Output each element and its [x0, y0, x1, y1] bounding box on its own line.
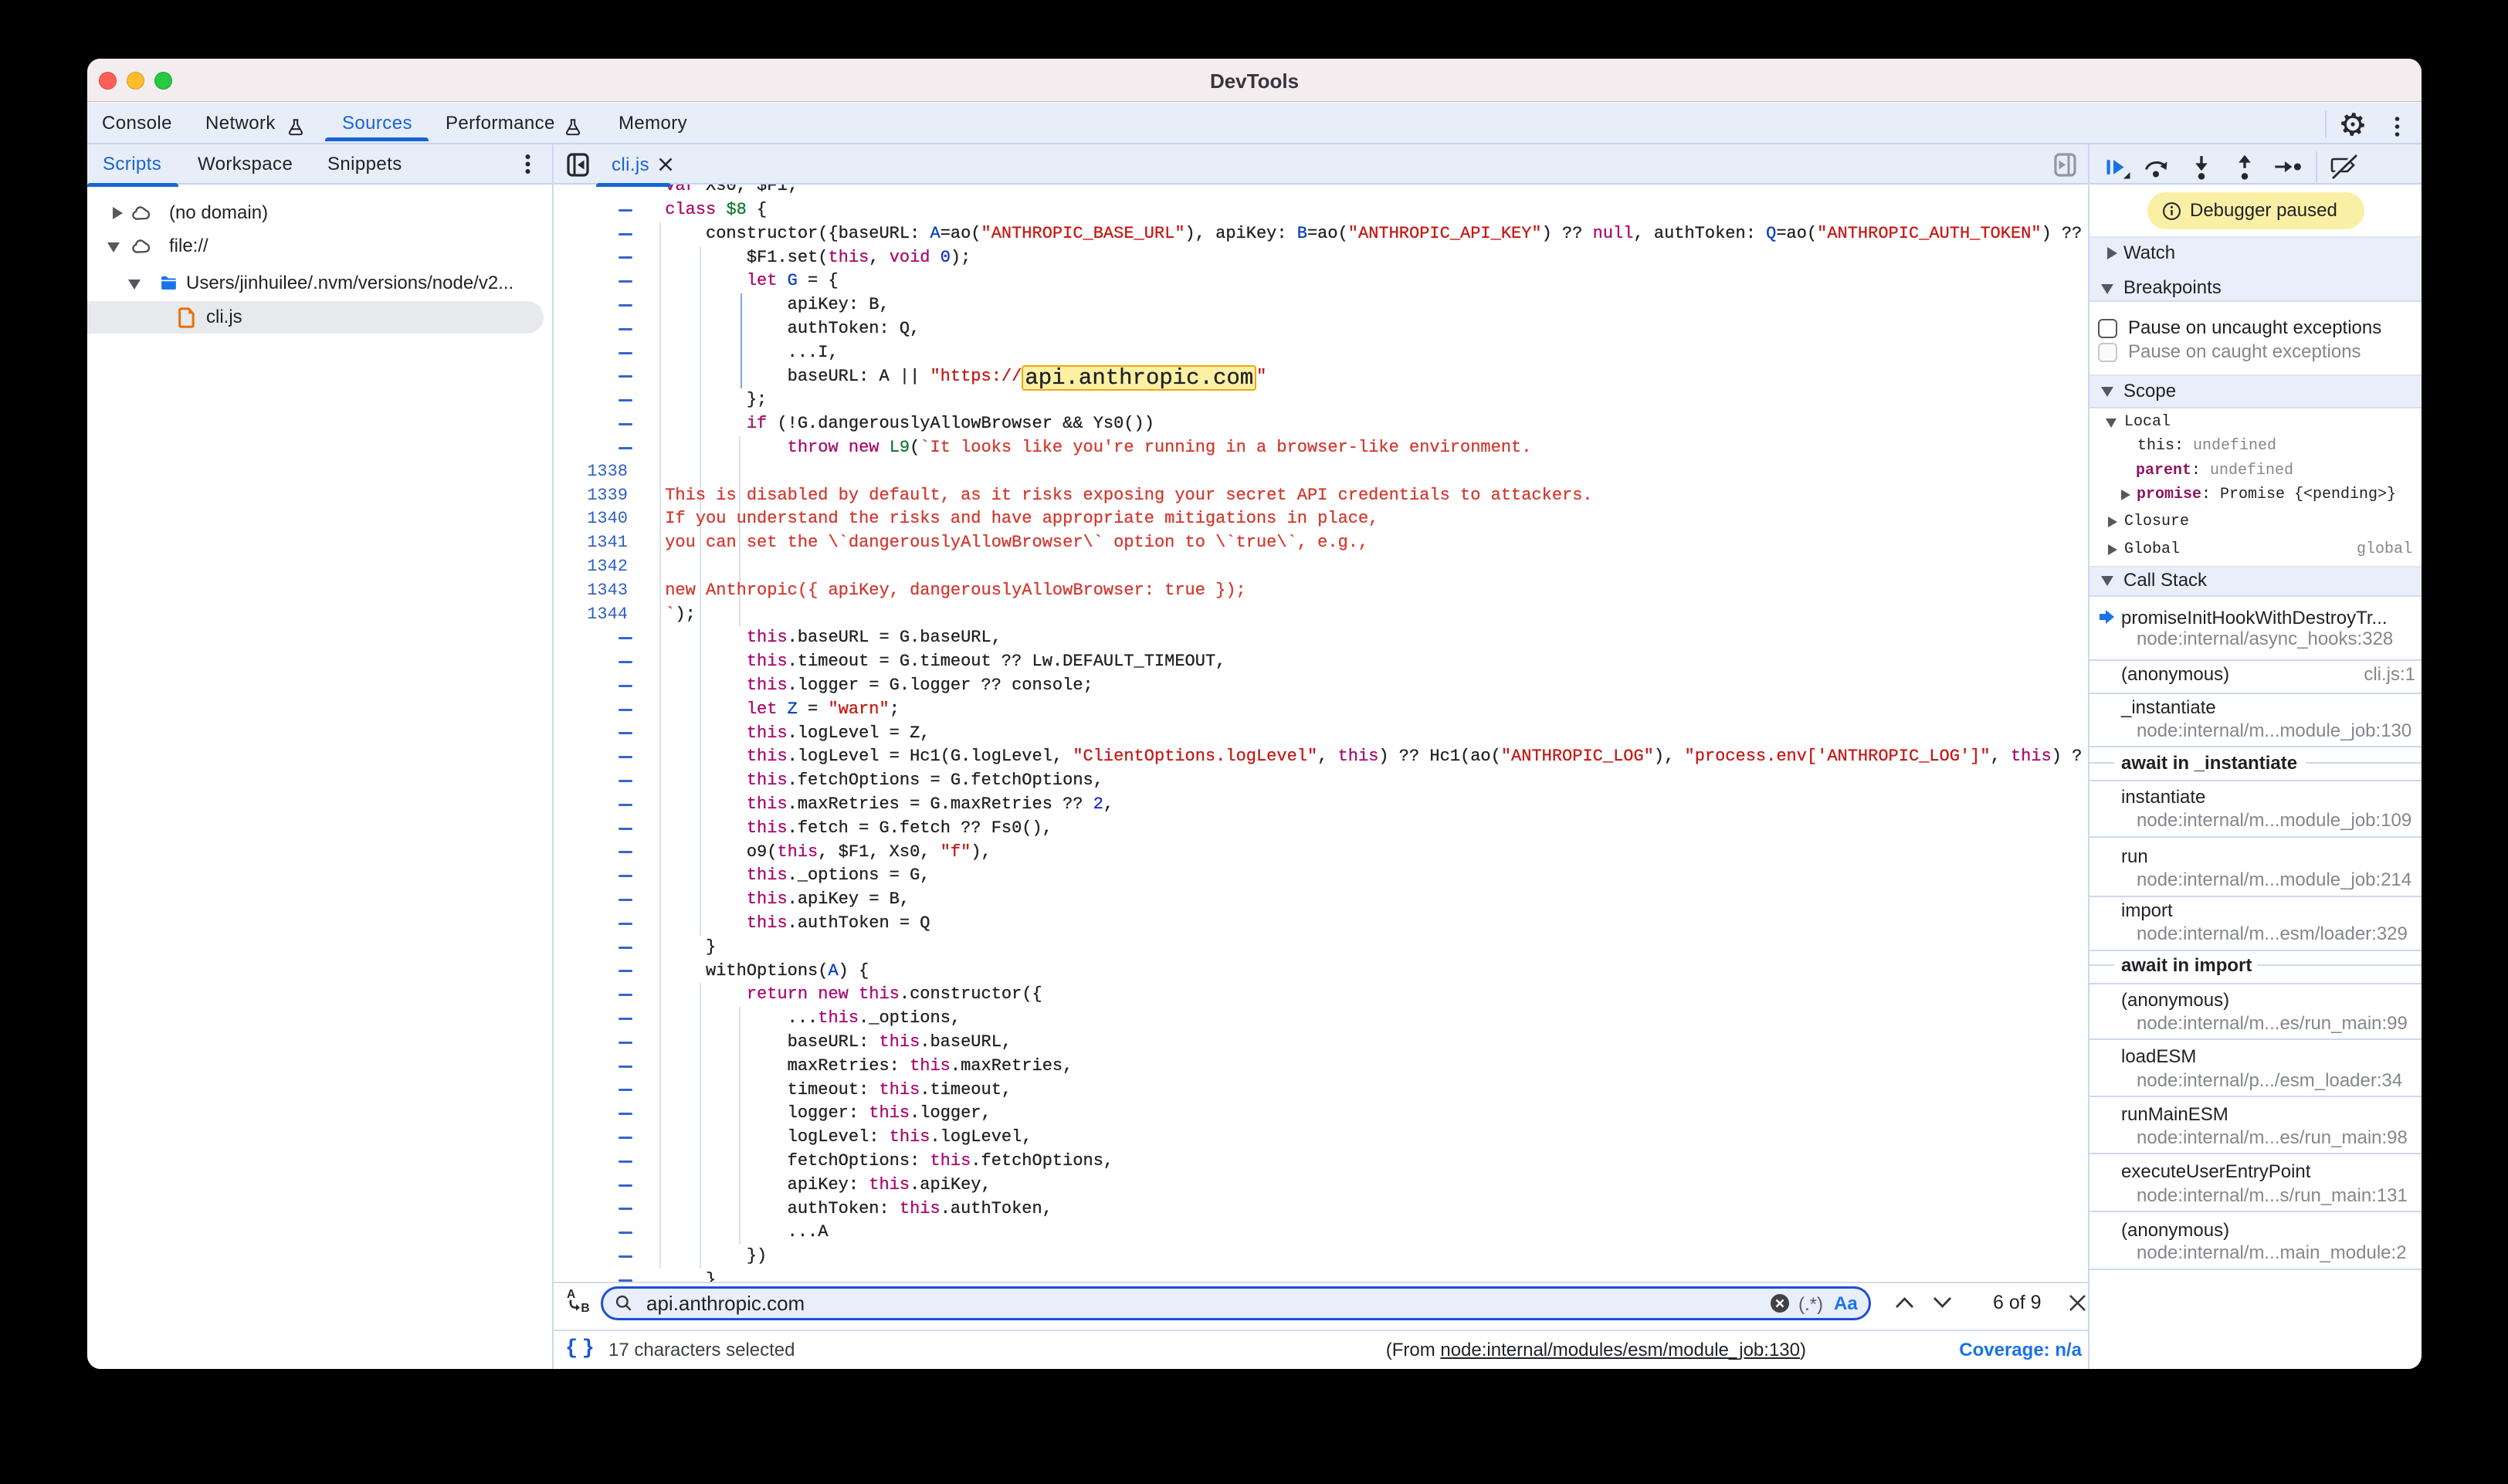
svg-text:A: A [567, 1288, 575, 1301]
svg-text:B: B [581, 1302, 589, 1315]
